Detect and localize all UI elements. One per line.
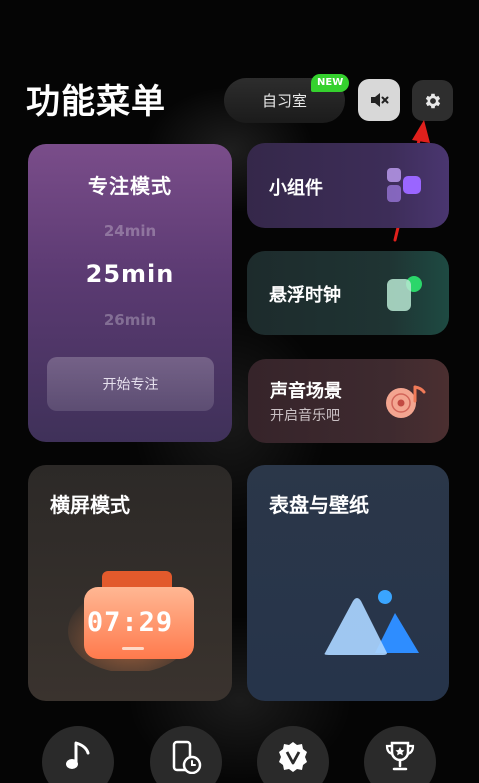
floating-clock-card[interactable]: 悬浮时钟 [247,251,449,335]
start-focus-label: 开始专注 [102,377,159,393]
music-note-icon [66,741,90,769]
dock-trophy-button[interactable] [364,726,436,783]
dial-wallpaper-title: 表盘与壁纸 [269,493,369,517]
page-title: 功能菜单 [26,82,166,122]
focus-mode-title: 专注模式 [88,174,172,198]
speaker-muted-icon [371,93,389,107]
floating-clock-icon [387,276,422,311]
sound-scene-subtitle: 开启音乐吧 [270,408,340,424]
widgets-card[interactable]: 小组件 [247,143,449,228]
landscape-mode-card[interactable]: 横屏模式 07:29 [28,465,232,701]
settings-button[interactable] [412,80,453,121]
time-next[interactable]: 26min [28,311,232,329]
dock-phone-clock-button[interactable] [150,726,222,783]
floating-clock-title: 悬浮时钟 [269,285,341,306]
study-room-label: 自习室 [261,92,307,110]
v-badge-icon [279,742,307,772]
widgets-title: 小组件 [269,178,323,199]
time-prev[interactable]: 24min [28,222,232,240]
sound-scene-card[interactable]: 声音场景 开启音乐吧 [248,359,449,443]
landscape-clock-display: 07:29 [86,607,174,638]
sound-scene-title: 声音场景 [270,381,342,402]
trophy-icon [385,741,415,771]
gear-icon [425,93,440,108]
screen: 功能菜单 自习室 NEW 专注模式 24min 25min 26min 开始专注… [0,0,479,783]
phone-clock-icon [172,740,202,774]
new-badge: NEW [311,74,350,92]
music-disc-icon [386,385,426,418]
wallpaper-mountain-icon [324,590,419,655]
widgets-icon [387,168,421,202]
start-focus-button[interactable]: 开始专注 [47,357,214,411]
mute-button[interactable] [358,79,400,121]
dial-wallpaper-card[interactable]: 表盘与壁纸 [247,465,449,701]
dock-music-button[interactable] [42,726,114,783]
time-current[interactable]: 25min [28,260,232,288]
dock-v-badge-button[interactable] [257,726,329,783]
landscape-mode-title: 横屏模式 [50,493,130,517]
